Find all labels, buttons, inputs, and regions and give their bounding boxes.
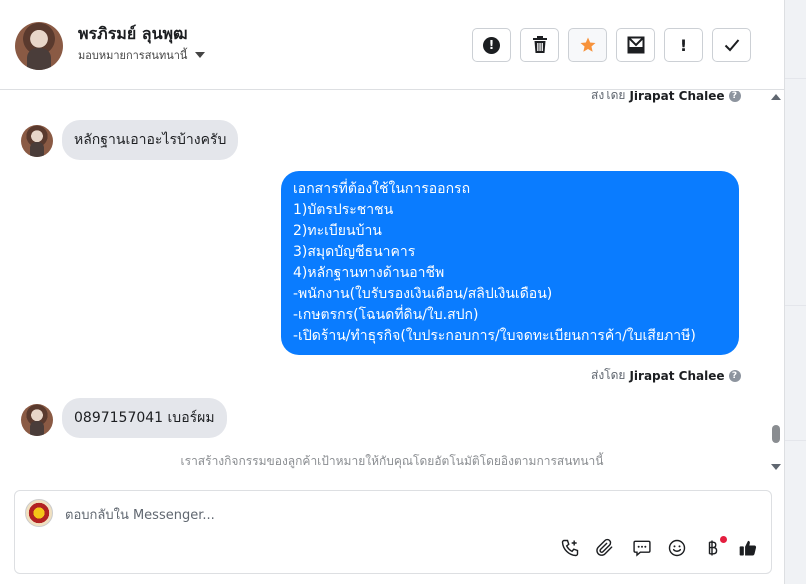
assign-label: มอบหมายการสนทนานี้ <box>78 49 188 62</box>
star-button[interactable] <box>568 28 607 62</box>
message-bubble-outgoing[interactable]: เอกสารที่ต้องใช้ในการออกรถ 1)บัตรประชาชน… <box>281 171 739 355</box>
saved-replies-button[interactable] <box>629 535 655 561</box>
message-line: -เปิดร้าน/ทำธุรกิจ(ใบประกอบการ/ใบจดทะเบี… <box>293 328 696 344</box>
sent-by-label: ส่งโดย Jirapat Chalee ? <box>591 366 741 385</box>
scroll-down-arrow-icon[interactable] <box>771 464 781 470</box>
inbox-icon <box>627 36 644 54</box>
spam-button[interactable]: ! <box>472 28 511 62</box>
notification-dot <box>720 536 727 543</box>
contact-avatar[interactable] <box>15 22 63 70</box>
conversation-header: พรภิรมย์ ลุนพุฒ มอบหมายการสนทนานี้ ! ! <box>0 0 784 90</box>
page-avatar <box>25 499 53 527</box>
mark-done-button[interactable] <box>712 28 751 62</box>
contact-name[interactable]: พรภิรมย์ ลุนพุฒ <box>78 22 188 47</box>
thread-scrollbar[interactable] <box>768 91 784 481</box>
follow-up-button[interactable]: ! <box>664 28 703 62</box>
assign-conversation-dropdown[interactable]: มอบหมายการสนทนานี้ <box>78 46 206 64</box>
exclamation-circle-icon: ! <box>483 36 500 54</box>
message-bubble[interactable]: หลักฐานเอาอะไรบ้างครับ <box>62 120 239 160</box>
trash-icon <box>532 36 547 53</box>
sent-by-prefix: ส่งโดย <box>591 368 626 382</box>
star-icon <box>580 37 595 52</box>
reply-input[interactable] <box>65 505 665 525</box>
message-thread: ส่งโดย Jirapat Chalee ? หลักฐานเอาอะไรบ้… <box>0 91 784 481</box>
right-panel-edge <box>784 0 806 584</box>
emoji-button[interactable] <box>664 535 690 561</box>
message-bubble[interactable]: 0897157041 เบอร์ผม <box>62 398 227 438</box>
message-line: 4)หลักฐานทางด้านอาชีพ <box>293 265 445 281</box>
customer-avatar[interactable] <box>21 125 53 157</box>
call-add-icon <box>561 539 579 557</box>
customer-avatar[interactable] <box>21 404 53 436</box>
like-button[interactable] <box>735 535 761 561</box>
check-icon <box>724 39 739 52</box>
message-line: 3)สมุดบัญชีธนาคาร <box>293 244 416 260</box>
payment-button[interactable] <box>699 535 727 561</box>
exclamation-icon: ! <box>679 35 688 55</box>
sent-by-label: ส่งโดย Jirapat Chalee ? <box>591 91 741 105</box>
saved-replies-icon <box>633 540 651 557</box>
help-icon[interactable]: ? <box>728 369 741 382</box>
lead-activity-notice: เราสร้างกิจกรรมของลูกค้าเป้าหมายให้กับคุ… <box>180 454 604 468</box>
sent-by-prefix: ส่งโดย <box>591 91 626 102</box>
message-line: -เกษตรกร(โฉนดที่ดิน/ใบ.สปก) <box>293 307 479 323</box>
attach-button[interactable] <box>592 535 618 561</box>
sent-by-name: Jirapat Chalee <box>629 368 725 383</box>
baht-payment-icon <box>708 540 718 556</box>
message-line: -พนักงาน(ใบรับรองเงินเดือน/สลิปเงินเดือน… <box>293 286 553 302</box>
message-line: 1)บัตรประชาชน <box>293 202 394 218</box>
message-line: 2)ทะเบียนบ้าน <box>293 223 382 239</box>
scroll-up-arrow-icon[interactable] <box>771 94 781 100</box>
paperclip-icon <box>596 538 613 556</box>
message-line: เอกสารที่ต้องใช้ในการออกรถ <box>293 181 471 197</box>
call-add-button[interactable] <box>557 535 583 561</box>
caret-down-icon <box>195 52 206 58</box>
emoji-icon <box>668 539 686 557</box>
delete-button[interactable] <box>520 28 559 62</box>
scrollbar-thumb[interactable] <box>772 425 780 443</box>
help-icon[interactable]: ? <box>728 91 741 102</box>
thumbs-up-icon <box>739 540 757 556</box>
move-to-inbox-button[interactable] <box>616 28 655 62</box>
sent-by-name: Jirapat Chalee <box>629 91 725 103</box>
reply-composer <box>14 490 772 574</box>
